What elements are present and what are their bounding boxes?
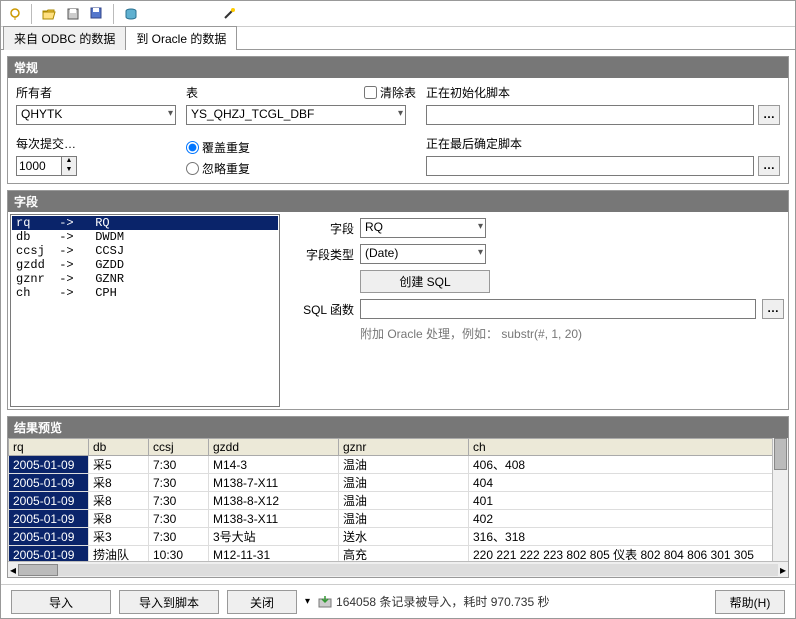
bottom-bar: 导入 导入到脚本 关闭 ▾ 164058 条记录被导入，耗时 970.735 秒… (1, 584, 795, 618)
bulb-icon[interactable] (5, 4, 25, 24)
general-header: 常规 (8, 57, 788, 78)
column-header[interactable]: gznr (339, 439, 469, 456)
main-toolbar (1, 1, 795, 27)
owner-select[interactable]: QHYTK (16, 105, 176, 125)
scroll-left-icon[interactable]: ◂ (10, 563, 16, 577)
final-script-browse-button[interactable]: … (758, 156, 780, 176)
sqlfunc-label: SQL 函数 (290, 301, 354, 318)
table-row[interactable]: 2005-01-09采87:30M138-3-X11温油402 (9, 510, 788, 528)
preview-grid[interactable]: rqdbccsjgzddgznrch2005-01-09采57:30M14-3温… (8, 438, 788, 561)
field-select[interactable]: RQ (360, 218, 486, 238)
fields-header: 字段 (8, 191, 788, 212)
column-header[interactable]: rq (9, 439, 89, 456)
preview-grid-wrap[interactable]: rqdbccsjgzddgznrch2005-01-09采57:30M14-3温… (8, 438, 788, 561)
chevron-down-icon[interactable]: ▾ (305, 596, 310, 607)
horizontal-scrollbar[interactable]: ◂ ▸ (8, 561, 788, 577)
database-icon[interactable] (121, 4, 141, 24)
tab-odbc[interactable]: 来自 ODBC 的数据 (3, 26, 126, 50)
commit-label: 每次提交… (16, 135, 176, 152)
import-status-icon (318, 595, 332, 609)
list-item[interactable]: ccsj -> CCSJ (12, 244, 278, 258)
column-header[interactable]: db (89, 439, 149, 456)
save-as-icon[interactable] (87, 4, 107, 24)
init-script-browse-button[interactable]: … (758, 105, 780, 125)
table-select[interactable]: YS_QHZJ_TCGL_DBF (186, 105, 406, 125)
sqlfunc-browse-button[interactable]: … (762, 299, 784, 319)
owner-label: 所有者 (16, 84, 176, 101)
list-item[interactable]: gzdd -> GZDD (12, 258, 278, 272)
create-sql-button[interactable]: 创建 SQL (360, 270, 490, 293)
cleartable-checkbox[interactable]: 清除表 (364, 84, 416, 101)
spin-up-icon[interactable]: ▲ (62, 157, 76, 166)
import-button[interactable]: 导入 (11, 590, 111, 614)
save-icon[interactable] (63, 4, 83, 24)
source-tabs: 来自 ODBC 的数据 到 Oracle 的数据 (1, 27, 795, 49)
list-item[interactable]: rq -> RQ (12, 216, 278, 230)
fields-section: 字段 rq -> RQdb -> DWDMccsj -> CCSJgzdd ->… (7, 190, 789, 410)
spin-down-icon[interactable]: ▼ (62, 166, 76, 175)
table-label: 表 (186, 84, 206, 101)
sqlfunc-input[interactable] (360, 299, 756, 319)
tab-oracle[interactable]: 到 Oracle 的数据 (125, 26, 237, 50)
open-icon[interactable] (39, 4, 59, 24)
preview-section: 结果预览 rqdbccsjgzddgznrch2005-01-09采57:30M… (7, 416, 789, 578)
sqlfunc-hint: 附加 Oracle 处理，例如： substr(#, 1, 20) (360, 325, 784, 342)
scroll-right-icon[interactable]: ▸ (780, 563, 786, 577)
status-text: 164058 条记录被导入，耗时 970.735 秒 (336, 593, 549, 610)
commit-spinner[interactable]: ▲▼ (16, 156, 176, 176)
final-script-label: 正在最后确定脚本 (426, 135, 780, 152)
wizard-icon[interactable] (219, 4, 239, 24)
table-row[interactable]: 2005-01-09捞油队10:30M12-11-31高充220 221 222… (9, 546, 788, 562)
close-button[interactable]: 关闭 (227, 590, 297, 614)
help-button[interactable]: 帮助(H) (715, 590, 785, 614)
list-item[interactable]: gznr -> GZNR (12, 272, 278, 286)
table-row[interactable]: 2005-01-09采57:30M14-3温油406、408 (9, 456, 788, 474)
column-header[interactable]: gzdd (209, 439, 339, 456)
column-header[interactable]: ch (469, 439, 788, 456)
field-label: 字段 (290, 220, 354, 237)
field-type-label: 字段类型 (290, 246, 354, 263)
column-header[interactable]: ccsj (149, 439, 209, 456)
final-script-input[interactable] (426, 156, 754, 176)
skip-radio[interactable]: 忽略重复 (186, 160, 416, 177)
table-row[interactable]: 2005-01-09采37:303号大站送水316、318 (9, 528, 788, 546)
commit-input[interactable] (16, 156, 62, 176)
general-section: 常规 所有者 QHYTK 每次提交… ▲▼ 表 清除表 (7, 56, 789, 184)
list-item[interactable]: ch -> CPH (12, 286, 278, 300)
list-item[interactable]: db -> DWDM (12, 230, 278, 244)
import-script-button[interactable]: 导入到脚本 (119, 590, 219, 614)
field-type-select[interactable]: (Date) (360, 244, 486, 264)
table-row[interactable]: 2005-01-09采87:30M138-7-X11温油404 (9, 474, 788, 492)
field-mapping-listbox[interactable]: rq -> RQdb -> DWDMccsj -> CCSJgzdd -> GZ… (10, 214, 280, 407)
preview-header: 结果预览 (8, 417, 788, 438)
table-row[interactable]: 2005-01-09采87:30M138-8-X12温油401 (9, 492, 788, 510)
vertical-scrollbar[interactable] (772, 438, 788, 561)
init-script-input[interactable] (426, 105, 754, 125)
overwrite-radio[interactable]: 覆盖重复 (186, 139, 416, 156)
init-script-label: 正在初始化脚本 (426, 84, 780, 101)
